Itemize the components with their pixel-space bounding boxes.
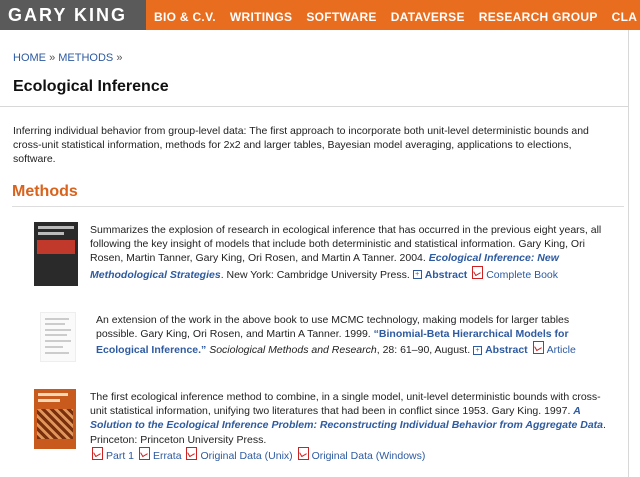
breadcrumb-separator: » — [116, 52, 123, 64]
complete-book-link[interactable]: Complete Book — [486, 269, 558, 281]
entry-publisher: . New York: Cambridge University Press. — [220, 268, 410, 281]
list-item: The first ecological inference method to… — [90, 390, 612, 463]
nav-item-dataverse[interactable]: DATAVERSE — [391, 10, 465, 24]
nav-item-software[interactable]: SOFTWARE — [306, 10, 376, 24]
pdf-icon — [297, 446, 309, 460]
original-data-windows-link[interactable]: Original Data (Windows) — [312, 450, 426, 462]
pdf-icon — [92, 446, 103, 460]
section-title: Methods — [12, 183, 78, 200]
breadcrumb-methods[interactable]: METHODS — [58, 52, 113, 64]
errata-link[interactable]: Errata — [153, 450, 182, 462]
page-description: Inferring individual behavior from group… — [13, 125, 589, 165]
list-item: An extension of the work in the above bo… — [96, 313, 612, 358]
breadcrumb-home[interactable]: HOME — [13, 52, 46, 64]
entry-authors: Gary King, Ori Rosen, and Martin A Tanne… — [140, 328, 371, 341]
article-thumbnail[interactable] — [40, 312, 76, 362]
book-cover-thumbnail[interactable] — [34, 389, 76, 449]
brand-logo[interactable]: GARY KING — [0, 0, 146, 30]
entry-authors: Gary King. 1997. — [491, 405, 571, 418]
main-nav: BIO & C.V. WRITINGS SOFTWARE DATAVERSE RESEA… — [154, 8, 640, 26]
pdf-icon — [186, 446, 198, 460]
nav-item-research-group[interactable]: RESEARCH GROUP — [479, 10, 598, 24]
article-link[interactable]: Article — [547, 344, 576, 356]
abstract-link[interactable]: Abstract — [425, 269, 468, 281]
breadcrumb: HOME » METHODS » — [13, 52, 122, 64]
nav-item-classes[interactable]: CLA — [612, 10, 638, 24]
pdf-icon — [138, 446, 150, 460]
plus-icon: + — [412, 270, 422, 280]
part1-link[interactable]: Part 1 — [106, 450, 134, 462]
nav-item-writings[interactable]: WRITINGS — [230, 10, 292, 24]
book-cover-thumbnail[interactable] — [34, 222, 78, 286]
section-divider — [12, 206, 624, 207]
plus-icon: + — [473, 346, 483, 356]
abstract-link[interactable]: Abstract — [485, 344, 528, 356]
pdf-icon — [472, 265, 484, 279]
original-data-unix-link[interactable]: Original Data (Unix) — [200, 450, 292, 462]
top-nav-bar: GARY KING BIO & C.V. WRITINGS SOFTWARE DATA… — [0, 0, 640, 30]
nav-item-bio[interactable]: BIO & C.V. — [154, 10, 216, 24]
breadcrumb-separator: » — [49, 52, 56, 64]
pdf-icon — [532, 341, 544, 355]
list-item: Summarizes the explosion of research in … — [90, 223, 612, 282]
entry-journal: Sociological Methods and Research — [209, 344, 377, 357]
page-title: Ecological Inference — [13, 78, 169, 95]
entry-details: , 28: 61–90, August. — [376, 344, 471, 357]
brand-text: GARY KING — [8, 5, 128, 25]
